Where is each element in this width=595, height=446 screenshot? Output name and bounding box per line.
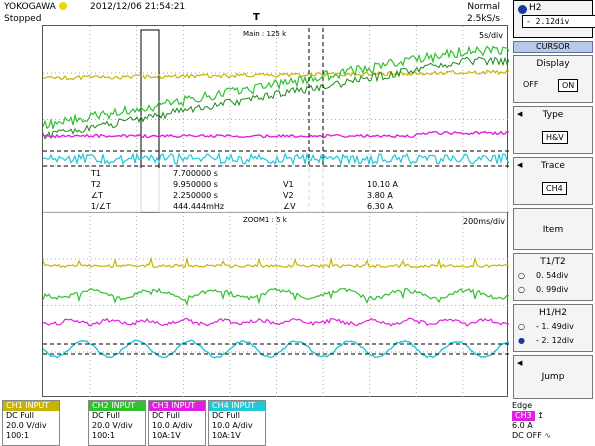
t2-label: T2 — [90, 180, 101, 189]
caret-icon: ◀ — [517, 359, 523, 367]
ch1-scale: 20.0 V/div — [6, 421, 47, 430]
ch3-coupling: DC Full — [152, 411, 180, 420]
inv-dt-label: 1/∠T — [91, 202, 111, 211]
ch3-probe: 10A:1V — [152, 431, 181, 440]
display-off-option[interactable]: OFF — [520, 79, 542, 90]
ch3-info-box[interactable]: CH3 INPUT DC Full 10.0 A/div 10A:1V — [148, 400, 206, 446]
side-panel: H2 - 2.12div CURSOR Display OFF ON ◀ Typ… — [510, 0, 595, 400]
ch4-coupling: DC Full — [212, 411, 240, 420]
dv-label: ∠V — [283, 202, 296, 211]
cursor-menu-title: CURSOR — [513, 41, 593, 53]
sample-rate: 2.5kS/s — [467, 14, 500, 24]
trace-softkey[interactable]: ◀ Trace CH4 — [513, 157, 593, 205]
v1-value: 10.10 A — [367, 180, 398, 189]
display-softkey[interactable]: Display OFF ON — [513, 55, 593, 103]
ch1-coupling: DC Full — [6, 411, 34, 420]
dt-label: ∠T — [91, 191, 103, 200]
zoom-timebase: 200ms/div — [463, 217, 505, 226]
v2-value: 3.80 A — [367, 191, 393, 200]
ch1-header: CH1 INPUT — [3, 401, 59, 411]
status-indicator-icon — [58, 2, 67, 10]
h1h2-softkey[interactable]: H1/H2 ○ - 1. 49div ● - 2. 12div — [513, 304, 593, 352]
main-window-label: Main : 125 k — [243, 30, 287, 38]
knob-icon: ○ — [518, 271, 525, 280]
ch4-main-trace — [42, 152, 510, 166]
trigger-mode: Edge — [512, 401, 533, 410]
item-label: Item — [542, 225, 564, 235]
ch3-header: CH3 INPUT — [149, 401, 205, 411]
knob-icon: ○ — [518, 285, 525, 294]
trigger-level: 6.0 A — [512, 421, 533, 430]
h2-value-field[interactable]: - 2.12div — [522, 15, 595, 28]
v1-label: V1 — [283, 180, 294, 189]
knob-icon: ○ — [518, 322, 525, 331]
type-softkey[interactable]: ◀ Type H&V — [513, 106, 593, 154]
ch4-probe: 10A:1V — [212, 431, 241, 440]
zoom-grid — [43, 212, 508, 397]
ch4-scale: 10.0 A/div — [212, 421, 253, 430]
ch1-info-box[interactable]: CH1 INPUT DC Full 20.0 V/div 100:1 — [2, 400, 60, 446]
t1-value: 7.700000 s — [173, 169, 218, 178]
h2-readout-box: H2 - 2.12div — [513, 0, 595, 38]
ch2-header: CH2 INPUT — [89, 401, 145, 411]
t1t2-softkey[interactable]: T1/T2 ○ 0. 54div ○ 0. 99div — [513, 253, 593, 301]
t1-label: T1 — [90, 169, 101, 178]
rising-edge-icon: ↥ — [537, 411, 544, 420]
t2-position: 0. 99div — [536, 285, 569, 294]
ch1-probe: 100:1 — [6, 431, 30, 440]
main-timebase: 5s/div — [479, 31, 503, 40]
h2-label: H2 — [529, 3, 542, 13]
ch4-header: CH4 INPUT — [209, 401, 265, 411]
t1t2-label: T1/T2 — [540, 257, 566, 267]
trigger-info[interactable]: Edge CH3 ↥ 6.0 A DC OFF ∿ — [512, 401, 592, 441]
v2-label: V2 — [283, 191, 294, 200]
trace-label: Trace — [541, 161, 565, 171]
ch3-scale: 10.0 A/div — [152, 421, 193, 430]
ch1-zoom-trace — [42, 256, 510, 269]
ch2-scale: 20.0 V/div — [92, 421, 133, 430]
datetime: 2012/12/06 21:54:21 — [90, 2, 186, 12]
display-on-option[interactable]: ON — [558, 79, 579, 92]
acquisition-mode: Normal — [467, 2, 500, 12]
trigger-channel: CH3 — [512, 411, 535, 421]
waveform-canvas[interactable]: Main : 125 k 5s/div T1 7.700000 s T2 9.9… — [42, 26, 510, 398]
type-value: H&V — [542, 131, 568, 144]
ch2-coupling: DC Full — [92, 411, 120, 420]
h2-position: - 2. 12div — [536, 336, 574, 345]
h1h2-label: H1/H2 — [538, 308, 568, 318]
run-state: Stopped — [4, 14, 42, 24]
ch2-info-box[interactable]: CH2 INPUT DC Full 20.0 V/div 100:1 — [88, 400, 146, 446]
inv-dt-value: 444.444mHz — [173, 202, 224, 211]
scope-display[interactable]: Main : 125 k 5s/div T1 7.700000 s T2 9.9… — [42, 25, 510, 398]
trace-value: CH4 — [542, 182, 567, 195]
ch4-info-box[interactable]: CH4 INPUT DC Full 10.0 A/div 10A:1V — [208, 400, 266, 446]
ch2-probe: 100:1 — [92, 431, 116, 440]
measurement-readout: T1 7.700000 s T2 9.950000 s ∠T 2.250000 … — [43, 168, 509, 212]
knob-active-icon: ● — [518, 336, 525, 345]
trigger-coupling: DC OFF — [512, 431, 542, 440]
jump-label: Jump — [541, 372, 565, 382]
h1-position: - 1. 49div — [536, 322, 574, 331]
trigger-position-icon: T — [253, 12, 260, 23]
dt-value: 2.250000 s — [173, 191, 218, 200]
waveform-icon: ∿ — [544, 431, 552, 440]
t1-position: 0. 54div — [536, 271, 569, 280]
type-label: Type — [542, 110, 564, 120]
item-softkey[interactable]: Item — [513, 208, 593, 250]
knob-icon — [518, 5, 527, 14]
zoom-window-label: ZOOM1 : 5 k — [243, 216, 288, 224]
t2-value: 9.950000 s — [173, 180, 218, 189]
jump-softkey[interactable]: ◀ Jump — [513, 355, 593, 399]
brand-label: YOKOGAWA — [4, 2, 67, 12]
display-label: Display — [536, 59, 570, 69]
dv-value: 6.30 A — [367, 202, 393, 211]
